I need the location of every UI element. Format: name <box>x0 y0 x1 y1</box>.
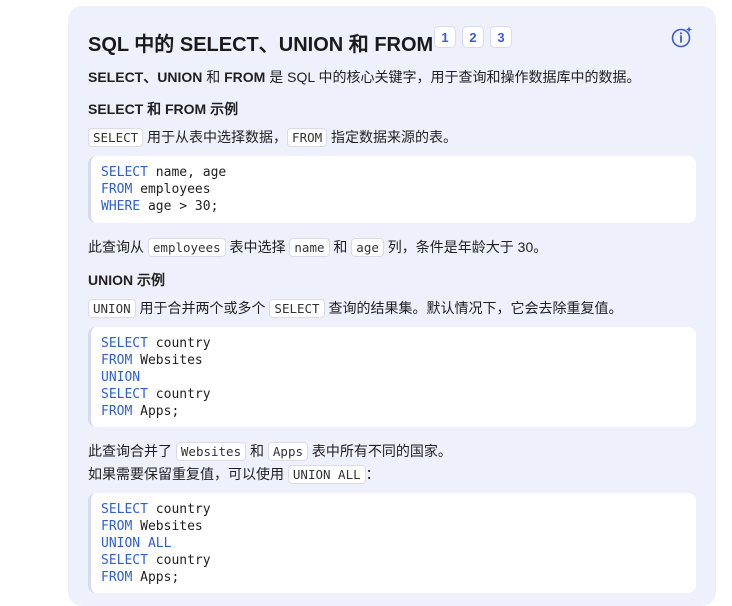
inline-code: FROM <box>287 128 328 147</box>
description-text: 用于合并两个或多个 <box>135 300 270 316</box>
code-keyword: SELECT <box>101 387 148 402</box>
code-line: FROM Websites <box>101 352 686 369</box>
code-line: FROM employees <box>101 181 686 198</box>
inline-code: age <box>351 238 384 257</box>
code-text: country <box>147 502 211 517</box>
inline-code: SELECT <box>269 299 325 318</box>
code-keyword: FROM <box>101 353 133 368</box>
select-from-description: SELECT 用于从表中选择数据， FROM 指定数据来源的表。 <box>88 126 457 149</box>
explanation-text: 和 <box>246 443 268 459</box>
code-text: country <box>147 387 211 402</box>
code-line: SELECT country <box>101 335 686 352</box>
code-text: employees <box>132 182 211 197</box>
code-text: Apps; <box>132 570 180 585</box>
note-text: 如果需要保留重复值，可以使用 <box>88 466 288 482</box>
select-from-explanation: 此查询从 employees 表中选择 name 和 age 列，条件是年龄大于… <box>88 236 547 259</box>
union-description: UNION 用于合并两个或多个 SELECT 查询的结果集。默认情况下，它会去除… <box>88 297 622 320</box>
code-text: name, age <box>147 165 227 180</box>
inline-code: SELECT <box>88 128 144 147</box>
code-text: country <box>147 553 211 568</box>
intro-text: 是 SQL 中的核心关键字，用于查询和操作数据库中的数据。 <box>265 69 641 85</box>
code-text: age > 30; <box>140 199 219 214</box>
code-text: Apps; <box>132 404 180 419</box>
code-block-union[interactable]: SELECT country FROM Websites UNION SELEC… <box>88 327 696 427</box>
section-heading-select-from: SELECT 和 FROM 示例 <box>88 101 239 117</box>
answer-title: SQL 中的 SELECT、UNION 和 FROM <box>88 34 434 56</box>
code-line: SELECT country <box>101 386 686 403</box>
code-keyword: FROM <box>101 519 133 534</box>
code-line: FROM Apps; <box>101 569 686 586</box>
code-keyword: SELECT <box>101 336 148 351</box>
section-heading-union: UNION 示例 <box>88 272 165 288</box>
explanation-text: 此查询合并了 <box>88 443 176 459</box>
citation-3[interactable]: 3 <box>490 26 512 48</box>
intro-and: 和 <box>202 69 225 85</box>
code-line: UNION ALL <box>101 535 686 552</box>
explanation-text: 列，条件是年龄大于 30。 <box>383 239 548 255</box>
inline-code: employees <box>147 238 226 257</box>
code-text: Websites <box>132 353 203 368</box>
code-keyword: UNION ALL <box>101 536 172 551</box>
code-line: SELECT name, age <box>101 164 686 181</box>
code-line: WHERE age > 30; <box>101 198 686 215</box>
code-line: UNION <box>101 369 686 386</box>
citation-2[interactable]: 2 <box>462 26 484 48</box>
code-line: SELECT country <box>101 552 686 569</box>
answer-card: SQL 中的 SELECT、UNION 和 FROM 1 2 3 SELECT、… <box>68 6 716 606</box>
code-keyword: SELECT <box>101 553 148 568</box>
code-keyword: FROM <box>101 182 133 197</box>
code-line: FROM Websites <box>101 518 686 535</box>
code-text: country <box>147 336 211 351</box>
code-text: Websites <box>132 519 203 534</box>
code-keyword: FROM <box>101 404 133 419</box>
code-line: SELECT country <box>101 501 686 518</box>
citation-1[interactable]: 1 <box>434 26 456 48</box>
code-keyword: SELECT <box>101 502 148 517</box>
code-keyword: SELECT <box>101 165 148 180</box>
explanation-text: 和 <box>329 239 352 255</box>
intro-keyword-1: SELECT、UNION <box>88 69 203 85</box>
note-text: ： <box>365 466 380 482</box>
inline-code: Apps <box>267 442 308 461</box>
description-text: 指定数据来源的表。 <box>327 129 458 145</box>
union-explanation: 此查询合并了 Websites 和 Apps 表中所有不同的国家。 <box>88 440 452 463</box>
inline-code: UNION <box>88 299 136 318</box>
explanation-text: 表中选择 <box>225 239 290 255</box>
code-block-union-all[interactable]: SELECT country FROM Websites UNION ALL S… <box>88 493 696 593</box>
description-text: 用于从表中选择数据， <box>143 129 288 145</box>
explanation-text: 此查询从 <box>88 239 148 255</box>
sparkle-info-icon[interactable] <box>670 25 694 49</box>
code-keyword: UNION <box>101 370 141 385</box>
code-keyword: FROM <box>101 570 133 585</box>
citation-list: 1 2 3 <box>434 26 512 48</box>
code-line: FROM Apps; <box>101 403 686 420</box>
explanation-text: 表中所有不同的国家。 <box>308 443 452 459</box>
intro-paragraph: SELECT、UNION 和 FROM 是 SQL 中的核心关键字，用于查询和操… <box>88 66 641 88</box>
description-text: 查询的结果集。默认情况下，它会去除重复值。 <box>324 300 623 316</box>
inline-code: Websites <box>175 442 247 461</box>
code-keyword: WHERE <box>101 199 141 214</box>
intro-keyword-2: FROM <box>224 69 266 85</box>
union-all-note: 如果需要保留重复值，可以使用 UNION ALL： <box>88 463 380 486</box>
inline-code: name <box>289 238 330 257</box>
code-block-select-from[interactable]: SELECT name, age FROM employees WHERE ag… <box>88 156 696 223</box>
inline-code: UNION ALL <box>287 465 366 484</box>
